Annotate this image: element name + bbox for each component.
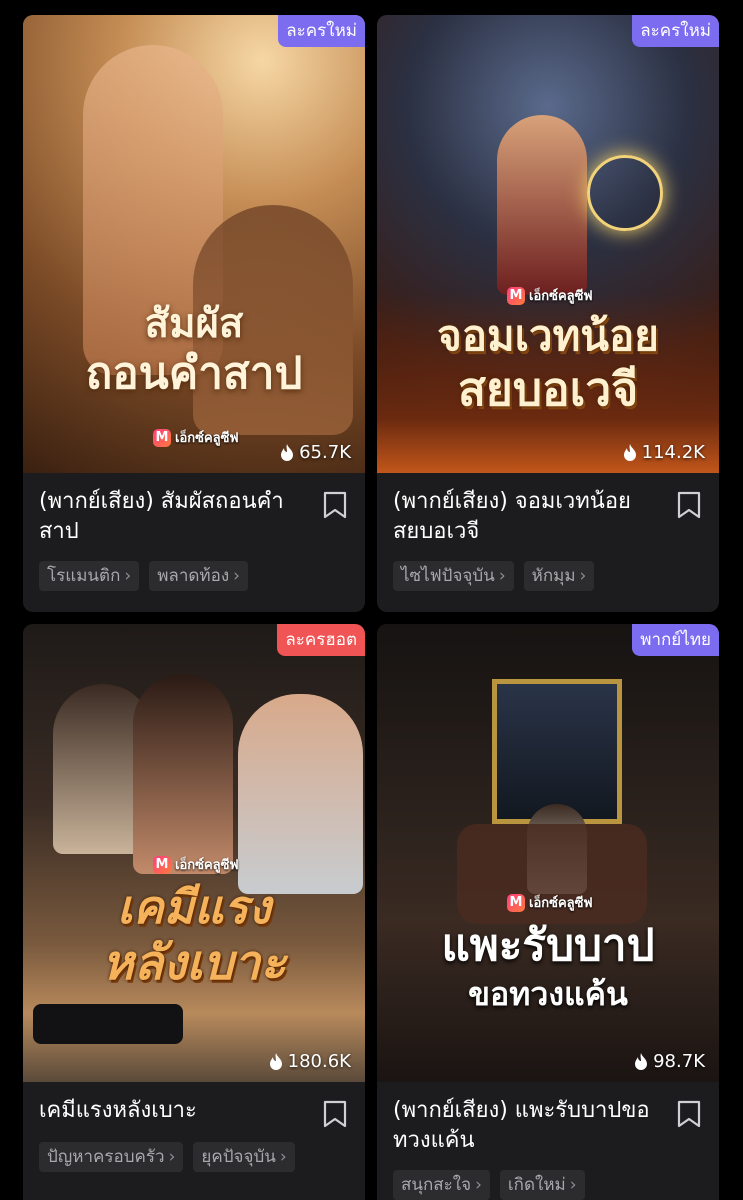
brand-text: เอ็กซ์คลูซีฟ (175, 431, 239, 446)
tag-label: หักมุม (531, 566, 576, 586)
brand-logo-icon: M (153, 428, 171, 447)
view-count-value: 180.6K (287, 1051, 351, 1072)
view-count-value: 65.7K (299, 442, 351, 463)
status-badge: ละครใหม่ (278, 15, 365, 47)
flame-icon (269, 1052, 282, 1070)
flame-icon (623, 443, 636, 461)
cover-title-line-2: ขอทวงแค้น (468, 975, 628, 1013)
chevron-right-icon: › (579, 566, 587, 586)
genre-tag[interactable]: ไซไฟปัจจุบัน › (393, 561, 514, 591)
tag-label: สนุกสะใจ (401, 1175, 472, 1195)
brand-logo-icon: M (153, 855, 171, 874)
flame-icon (635, 1052, 648, 1070)
status-badge: พากย์ไทย (632, 624, 719, 656)
view-count-value: 114.2K (641, 442, 705, 463)
chevron-right-icon: › (498, 566, 506, 586)
drama-card[interactable]: ละครฮอต M เอ็กซ์คลูซีฟ เคมีแรง หลังเบาะ … (23, 624, 365, 1200)
drama-title[interactable]: เคมีแรงหลังเบาะ (39, 1096, 301, 1126)
view-count: 65.7K (280, 442, 351, 463)
view-count-value: 98.7K (653, 1051, 705, 1072)
genre-tag[interactable]: โรแมนติก › (39, 561, 140, 591)
drama-cover[interactable]: ละครใหม่ สัมผัส ถอนคำสาป M เอ็กซ์คลูซีฟ … (23, 15, 365, 473)
tag-label: ยุคปัจจุบัน (201, 1147, 276, 1167)
cover-title-line-1: สัมผัส (144, 300, 244, 347)
genre-tag[interactable]: พลาดท้อง › (149, 561, 248, 591)
brand-mark: M เอ็กซ์คลูซีฟ (507, 892, 593, 913)
brand-text: เอ็กซ์คลูซีฟ (175, 858, 239, 873)
flame-icon (281, 443, 294, 461)
brand-mark: M เอ็กซ์คลูซีฟ (153, 854, 239, 875)
status-badge: ละครฮอต (277, 624, 365, 656)
bookmark-icon[interactable] (323, 1100, 347, 1128)
genre-tag[interactable]: หักมุม › (523, 561, 595, 591)
chevron-right-icon: › (124, 566, 132, 586)
drama-card[interactable]: ละครใหม่ M เอ็กซ์คลูซีฟ จอมเวทน้อย สยบอเ… (377, 15, 719, 612)
chevron-right-icon: › (168, 1147, 176, 1167)
drama-title[interactable]: (พากย์เสียง) แพะรับบาปขอทวงแค้น (393, 1096, 655, 1156)
chevron-right-icon: › (233, 566, 240, 586)
drama-cover[interactable]: พากย์ไทย M เอ็กซ์คลูซีฟ แพะรับบาป ขอทวงแ… (377, 624, 719, 1082)
cover-title-line-1: แพะรับบาป (441, 920, 655, 971)
tag-label: ไซไฟปัจจุบัน (401, 566, 495, 586)
brand-mark: M เอ็กซ์คลูซีฟ (507, 285, 593, 306)
brand-text: เอ็กซ์คลูซีฟ (529, 896, 593, 911)
cover-title-line-2: หลังเบาะ (101, 935, 287, 991)
chevron-right-icon: › (279, 1147, 287, 1167)
cover-title-line-1: จอมเวทน้อย (437, 311, 659, 360)
genre-tag[interactable]: เกิดใหม่ › (499, 1170, 585, 1200)
bookmark-icon[interactable] (677, 1100, 701, 1128)
view-count: 180.6K (269, 1051, 351, 1072)
view-count: 114.2K (623, 442, 705, 463)
tag-label: โรแมนติก (47, 566, 121, 586)
drama-cover[interactable]: ละครฮอต M เอ็กซ์คลูซีฟ เคมีแรง หลังเบาะ … (23, 624, 365, 1082)
cover-title-line-2: ถอนคำสาป (85, 348, 303, 399)
bookmark-icon[interactable] (677, 491, 701, 519)
drama-cover[interactable]: ละครใหม่ M เอ็กซ์คลูซีฟ จอมเวทน้อย สยบอเ… (377, 15, 719, 473)
genre-tag[interactable]: ยุคปัจจุบัน › (193, 1142, 295, 1172)
tag-label: พลาดท้อง (157, 566, 230, 586)
status-badge: ละครใหม่ (632, 15, 719, 47)
brand-mark: M เอ็กซ์คลูซีฟ (153, 427, 239, 448)
tag-label: ปัญหาครอบครัว (47, 1147, 165, 1167)
cover-title-line-1: เคมีแรง (117, 880, 271, 934)
tag-label: เกิดใหม่ (507, 1175, 566, 1195)
drama-card[interactable]: พากย์ไทย M เอ็กซ์คลูซีฟ แพะรับบาป ขอทวงแ… (377, 624, 719, 1200)
genre-tag[interactable]: สนุกสะใจ › (393, 1170, 490, 1200)
view-count: 98.7K (634, 1051, 705, 1072)
bookmark-icon[interactable] (323, 491, 347, 519)
brand-logo-icon: M (507, 286, 525, 305)
drama-title[interactable]: (พากย์เสียง) จอมเวทน้อยสยบอเวจี (393, 487, 655, 547)
chevron-right-icon: › (569, 1175, 577, 1195)
drama-title[interactable]: (พากย์เสียง) สัมผัสถอนคำสาป (39, 487, 301, 547)
cover-title-line-2: สยบอเวจี (457, 362, 639, 416)
chevron-right-icon: › (475, 1175, 482, 1195)
brand-logo-icon: M (507, 893, 525, 912)
brand-text: เอ็กซ์คลูซีฟ (529, 289, 593, 304)
drama-card[interactable]: ละครใหม่ สัมผัส ถอนคำสาป M เอ็กซ์คลูซีฟ … (23, 15, 365, 612)
genre-tag[interactable]: ปัญหาครอบครัว › (39, 1142, 184, 1172)
